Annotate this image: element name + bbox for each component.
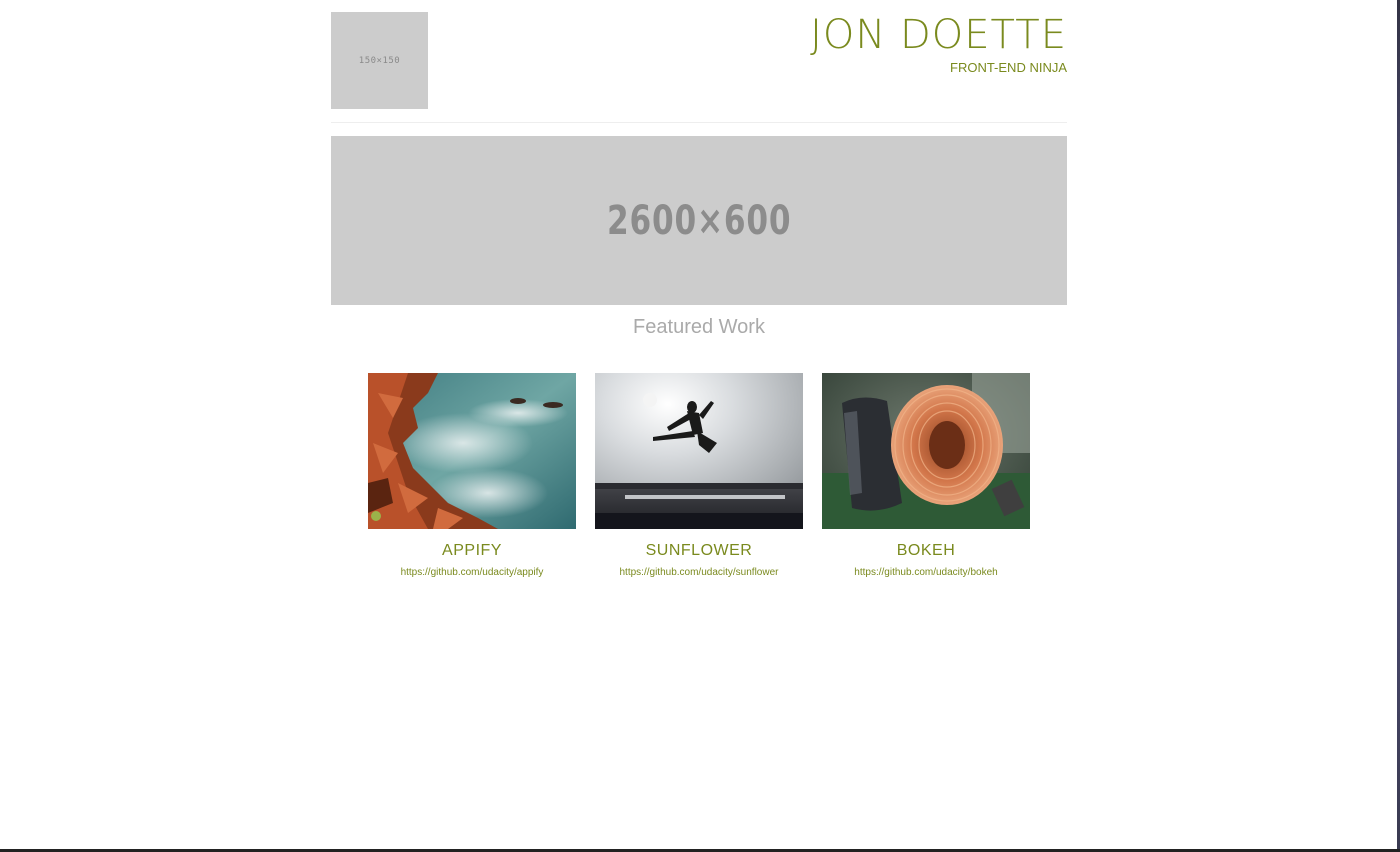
header-divider [331,122,1067,123]
hero-placeholder-label: 2600×600 [606,197,792,244]
project-card-appify: APPIFY https://github.com/udacity/appify [368,373,576,578]
project-link-appify[interactable]: https://github.com/udacity/appify [368,567,576,578]
project-link-bokeh[interactable]: https://github.com/udacity/bokeh [822,567,1030,578]
site-subtitle: FRONT-END NINJA [950,60,1067,75]
featured-work-heading: Featured Work [633,316,765,338]
project-title-bokeh[interactable]: BOKEH [822,541,1030,561]
project-card-bokeh: BOKEH https://github.com/udacity/bokeh [822,373,1030,578]
project-title-appify[interactable]: APPIFY [368,541,576,561]
logo-placeholder-label: 150×150 [358,55,401,66]
project-card-sunflower: SUNFLOWER https://github.com/udacity/sun… [595,373,803,578]
project-link-sunflower[interactable]: https://github.com/udacity/sunflower [595,567,803,578]
project-image-bokeh[interactable] [822,373,1030,529]
hero-placeholder-image: 2600×600 [331,136,1067,305]
project-image-sunflower[interactable] [595,373,803,529]
site-name: JON DOETTE [810,12,1067,58]
project-title-sunflower[interactable]: SUNFLOWER [595,541,803,561]
project-image-appify[interactable] [368,373,576,529]
logo-placeholder-image: 150×150 [331,12,428,109]
